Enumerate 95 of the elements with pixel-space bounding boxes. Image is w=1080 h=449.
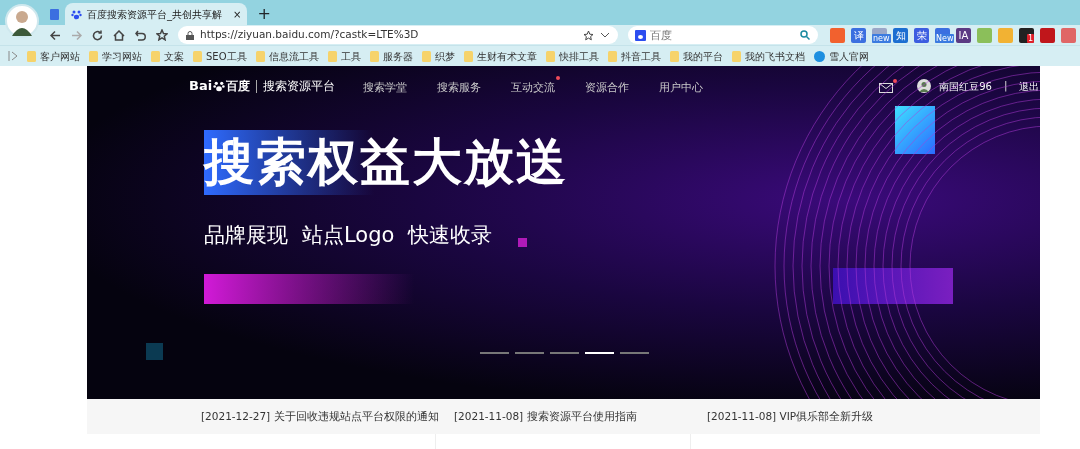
bookmark[interactable]: 工具 [327, 48, 361, 64]
bookmark-label: 文案 [164, 49, 184, 64]
bookmark-label: SEO工具 [206, 49, 247, 64]
back-icon[interactable] [50, 29, 61, 41]
paw-icon [213, 80, 226, 92]
reload-icon[interactable] [92, 29, 103, 41]
nav-link[interactable]: 资源合作 [585, 76, 635, 96]
bookmark[interactable]: 服务器 [369, 48, 413, 64]
avatar-icon[interactable] [917, 79, 932, 93]
extension-icon[interactable]: 知 [893, 27, 908, 43]
extension-icon[interactable]: 译 [851, 27, 866, 43]
decor-square [518, 238, 527, 247]
folder-icon [545, 50, 555, 62]
close-icon[interactable]: × [233, 6, 242, 22]
news-link[interactable]: [2021-11-08] 搜索资源平台使用指南 [454, 408, 637, 425]
logo-text: Bai [189, 77, 213, 96]
site-icon [813, 50, 825, 62]
bookmark[interactable]: 文案 [151, 48, 184, 64]
bookmark[interactable]: 学习网站 [89, 48, 142, 64]
separator: | [1003, 78, 1008, 94]
feature-text: 快速收录 [408, 222, 493, 249]
bookmark[interactable]: 我的飞书文档 [731, 48, 805, 64]
bookmark[interactable]: 抖音工具 [607, 48, 661, 64]
platform-title: 搜索资源平台 [263, 78, 336, 95]
extension-icon[interactable]: 1 [1019, 27, 1034, 43]
folder-icon [669, 50, 679, 62]
bookmark[interactable]: 生财有术文章 [463, 48, 537, 64]
decor-square [895, 106, 935, 154]
nav-link[interactable]: 搜索服务 [437, 76, 487, 96]
mail-icon[interactable] [879, 79, 898, 93]
bookmark[interactable]: 织梦 [421, 48, 455, 64]
sidebar-toggle-icon[interactable] [8, 51, 18, 61]
extension-icon[interactable] [1061, 27, 1076, 43]
feature-text: 站点Logo [302, 222, 395, 249]
bookmark-label: 生财有术文章 [476, 49, 537, 64]
star-icon[interactable] [583, 29, 594, 41]
folder-icon [193, 50, 202, 62]
folder-icon [421, 50, 431, 62]
folder-icon [607, 50, 617, 62]
bookmark[interactable]: 我的平台 [669, 48, 723, 64]
document-icon [50, 8, 59, 20]
search-icon[interactable] [800, 30, 810, 40]
news-link[interactable]: [2021-11-08] VIP俱乐部全新升级 [707, 408, 874, 425]
extension-icon[interactable]: IA [956, 27, 971, 43]
bookmark-label: 工具 [340, 49, 361, 64]
folder-icon [327, 50, 337, 62]
news-link[interactable]: [2021-12-27] 关于回收违规站点平台权限的通知 [201, 408, 439, 425]
feature-text: 品牌展现 [204, 222, 288, 249]
bookmark-label: 快排工具 [558, 49, 599, 64]
address-bar[interactable]: https://ziyuan.baidu.com/?castk=LTE%3D [178, 26, 618, 44]
folder-icon [255, 50, 265, 62]
home-icon[interactable] [113, 29, 125, 41]
browser-tab[interactable]: 百度搜索资源平台_共创共享解 × [65, 3, 248, 25]
bookmark[interactable]: 快排工具 [545, 48, 599, 64]
paw-icon [71, 8, 82, 20]
logout-link[interactable]: 退出 [1019, 78, 1040, 94]
headline: 搜索权益大放送 [204, 130, 568, 195]
star-icon[interactable] [156, 29, 168, 41]
tab-title: 百度搜索资源平台_共创共享解 [87, 7, 222, 22]
extension-icon[interactable] [1040, 27, 1055, 43]
bookmark-label: 客户网站 [40, 49, 80, 64]
folder-icon [27, 50, 36, 62]
bookmark-label: 抖音工具 [620, 49, 661, 64]
url-text: https://ziyuan.baidu.com/?castk=LTE%3D [200, 27, 420, 43]
bookmark[interactable]: 雪人官网 [813, 48, 869, 64]
logo-text: 百度 [226, 78, 251, 95]
avatar-icon[interactable] [5, 4, 39, 38]
folder-icon [369, 50, 379, 62]
dropdown-icon[interactable] [600, 32, 610, 38]
bookmark-label: 学习网站 [102, 49, 142, 64]
extension-icon[interactable]: 荣 [914, 27, 929, 43]
new-tab-button[interactable]: + [257, 2, 271, 26]
extension-icon[interactable] [830, 27, 845, 43]
folder-icon [463, 50, 473, 62]
folder-icon [731, 50, 741, 62]
bookmark-label: 我的平台 [682, 49, 723, 64]
nav-link[interactable]: 搜索学堂 [363, 76, 413, 96]
bookmark-label: 雪人官网 [828, 49, 869, 64]
username[interactable]: 南国红豆96 [939, 78, 992, 94]
folder-icon [151, 50, 160, 62]
folder-icon [89, 50, 98, 62]
bookmark[interactable]: 客户网站 [27, 48, 80, 64]
lock-icon [186, 30, 194, 40]
search-field[interactable]: 百度 [628, 26, 818, 44]
nav-link[interactable]: 用户中心 [659, 76, 709, 96]
nav-link[interactable]: 互动交流 [511, 76, 561, 96]
bookmark-label: 信息流工具 [268, 49, 319, 64]
bookmark-label: 织梦 [434, 49, 455, 64]
undo-icon[interactable] [135, 29, 146, 41]
decor-square [146, 343, 163, 360]
bookmark[interactable]: SEO工具 [193, 48, 247, 64]
paw-icon [635, 29, 646, 41]
bookmark-label: 我的飞书文档 [744, 49, 805, 64]
bookmark-label: 服务器 [382, 49, 413, 64]
bookmark[interactable]: 信息流工具 [255, 48, 319, 64]
